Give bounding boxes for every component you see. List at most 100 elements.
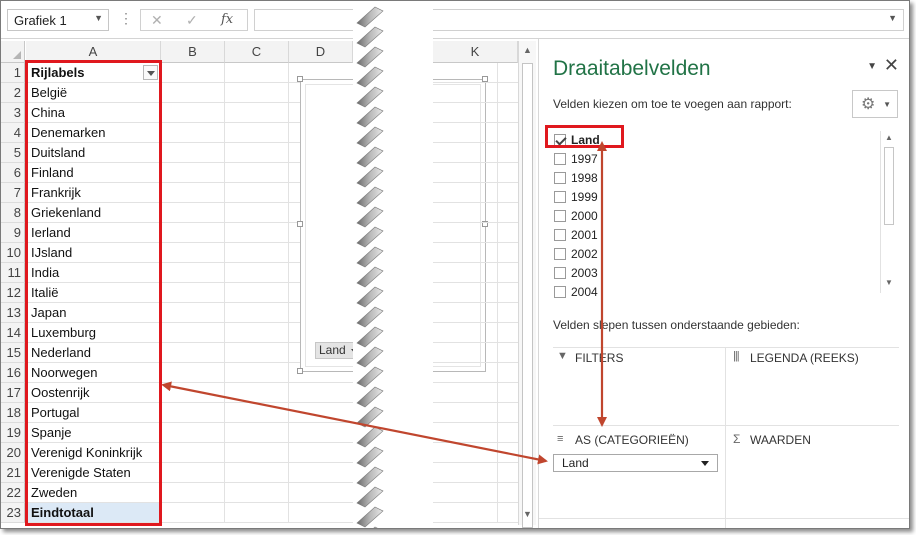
row-header[interactable]: 11 xyxy=(1,263,25,283)
gridline xyxy=(433,382,518,383)
expand-formula-icon[interactable]: ▼ xyxy=(888,13,897,23)
scroll-up-icon[interactable]: ▲ xyxy=(523,45,532,55)
field-checkbox[interactable] xyxy=(554,286,566,298)
resize-handle[interactable] xyxy=(297,368,303,374)
gridline xyxy=(433,442,518,443)
field-list-scrollbar[interactable]: ▲ ▼ xyxy=(880,131,897,293)
row-header[interactable]: 13 xyxy=(1,303,25,323)
torn-edge-tooth xyxy=(356,486,384,508)
pane-title: Draaitabelvelden xyxy=(553,57,711,80)
row-header[interactable]: 6 xyxy=(1,163,25,183)
gridline xyxy=(433,422,518,423)
gear-icon: ⚙ xyxy=(861,96,876,113)
row-header[interactable]: 16 xyxy=(1,363,25,383)
column-header-c[interactable]: C xyxy=(225,41,289,63)
scrollbar-thumb[interactable] xyxy=(884,147,894,225)
field-checkbox[interactable] xyxy=(554,191,566,203)
field-checkbox[interactable] xyxy=(554,210,566,222)
column-header-k[interactable]: K xyxy=(433,41,518,63)
resize-handle[interactable] xyxy=(297,221,303,227)
axis-area-label: AS (CATEGORIEËN) xyxy=(575,433,689,447)
legend-icon: ||| xyxy=(733,350,740,362)
chevron-down-icon: ▼ xyxy=(883,100,891,109)
cancel-icon[interactable]: ✕ xyxy=(151,12,163,29)
axis-field-land[interactable]: Land xyxy=(553,454,718,472)
row-header[interactable]: 5 xyxy=(1,143,25,163)
field-checkbox[interactable] xyxy=(554,248,566,260)
select-all-button[interactable] xyxy=(1,41,25,63)
row-header[interactable]: 8 xyxy=(1,203,25,223)
row-header[interactable]: 23 xyxy=(1,503,25,523)
field-item[interactable]: 1998 xyxy=(553,169,873,187)
row-header[interactable]: 3 xyxy=(1,103,25,123)
divider xyxy=(553,425,899,426)
gridline xyxy=(497,63,498,523)
field-item[interactable]: 2002 xyxy=(553,245,873,263)
row-header[interactable]: 4 xyxy=(1,123,25,143)
field-checkbox[interactable] xyxy=(554,153,566,165)
column-header-d[interactable]: D xyxy=(289,41,353,63)
field-checkbox[interactable] xyxy=(554,229,566,241)
scroll-down-icon[interactable]: ▼ xyxy=(523,509,532,519)
formula-buttons: ✕ ✓ fx xyxy=(140,9,248,31)
field-item[interactable]: 2001 xyxy=(553,226,873,244)
row-header[interactable]: 7 xyxy=(1,183,25,203)
vertical-scrollbar[interactable]: ▲ ▼ xyxy=(518,41,536,528)
row-header[interactable]: 15 xyxy=(1,343,25,363)
torn-edge-tooth xyxy=(356,306,384,328)
row-header[interactable]: 9 xyxy=(1,223,25,243)
enter-icon[interactable]: ✓ xyxy=(186,12,198,29)
gridline xyxy=(433,302,518,303)
field-label: 2003 xyxy=(571,266,598,280)
row-header[interactable]: 19 xyxy=(1,423,25,443)
torn-edge-tooth xyxy=(356,446,384,468)
more-options-icon[interactable]: ⋮ xyxy=(119,10,133,27)
torn-edge-tooth xyxy=(356,426,384,448)
filter-icon: ▼ xyxy=(557,350,568,362)
field-checkbox[interactable] xyxy=(554,267,566,279)
scroll-down-icon[interactable]: ▼ xyxy=(885,278,893,287)
field-label: 2000 xyxy=(571,209,598,223)
row-header[interactable]: 1 xyxy=(1,63,25,83)
chevron-down-icon[interactable]: ▼ xyxy=(94,13,103,23)
row-header[interactable]: 10 xyxy=(1,243,25,263)
field-label: 1998 xyxy=(571,171,598,185)
field-item[interactable]: 2004 xyxy=(553,283,873,301)
row-header[interactable]: 18 xyxy=(1,403,25,423)
row-header[interactable]: 2 xyxy=(1,83,25,103)
pane-options-icon[interactable]: ▼ xyxy=(867,61,877,72)
field-item[interactable]: 2000 xyxy=(553,207,873,225)
row-header[interactable]: 12 xyxy=(1,283,25,303)
scroll-up-icon[interactable]: ▲ xyxy=(885,133,893,142)
insert-function-icon[interactable]: fx xyxy=(221,12,233,27)
drag-fields-label: Velden slepen tussen onderstaande gebied… xyxy=(553,318,800,332)
legend-area-label: LEGENDA (REEKS) xyxy=(750,351,859,365)
scrollbar-thumb[interactable] xyxy=(522,63,533,528)
gridline xyxy=(161,462,361,463)
gridline xyxy=(433,282,518,283)
field-item[interactable]: 1999 xyxy=(553,188,873,206)
row-header[interactable]: 17 xyxy=(1,383,25,403)
pivot-fields-pane: Draaitabelvelden ▼ ✕ Velden kiezen om to… xyxy=(538,39,909,528)
row-header[interactable]: 21 xyxy=(1,463,25,483)
row-header[interactable]: 20 xyxy=(1,443,25,463)
values-area-label: WAARDEN xyxy=(750,433,811,447)
gridline xyxy=(433,222,518,223)
axis-icon: ≡ xyxy=(557,433,564,445)
gridline xyxy=(161,482,361,483)
torn-edge-tooth xyxy=(356,126,384,148)
gridline xyxy=(433,122,518,123)
field-item[interactable]: 1997 xyxy=(553,150,873,168)
field-checkbox[interactable] xyxy=(554,172,566,184)
row-header[interactable]: 14 xyxy=(1,323,25,343)
torn-edge-tooth xyxy=(356,166,384,188)
tools-button[interactable]: ⚙ ▼ xyxy=(852,90,898,118)
column-header-b[interactable]: B xyxy=(161,41,225,63)
field-item[interactable]: 2003 xyxy=(553,264,873,282)
gridline xyxy=(433,342,518,343)
row-header[interactable]: 22 xyxy=(1,483,25,503)
close-icon[interactable]: ✕ xyxy=(884,55,899,76)
resize-handle[interactable] xyxy=(297,76,303,82)
formula-input[interactable]: ▼ xyxy=(254,9,904,31)
name-box[interactable]: Grafiek 1 ▼ xyxy=(7,9,109,31)
